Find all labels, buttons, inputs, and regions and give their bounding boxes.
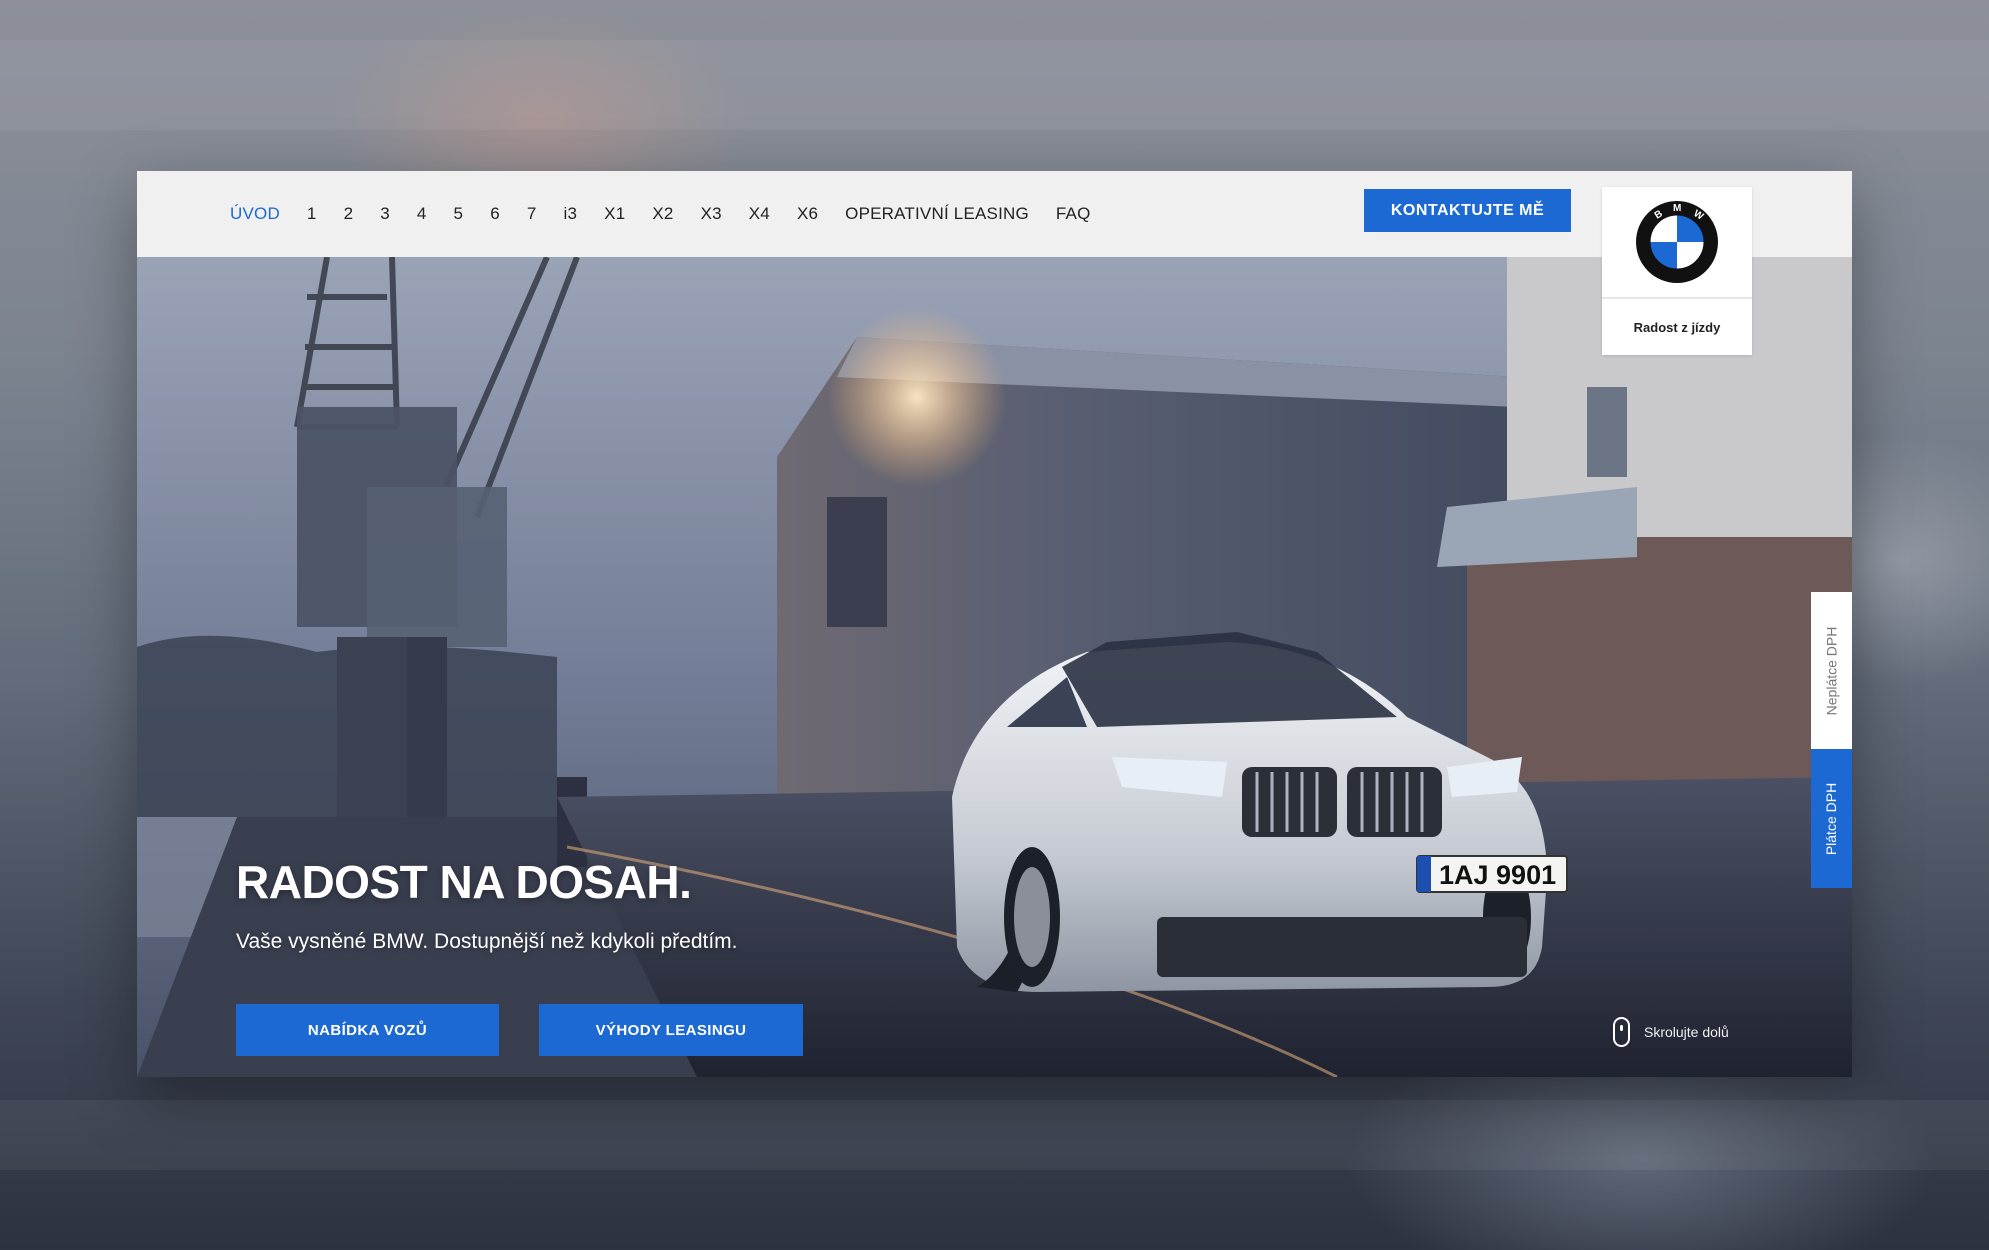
hero-section: 1AJ 9901 RADOST NA DOSAH. Vaše vysněné B… xyxy=(137,257,1852,1077)
hero-title: RADOST NA DOSAH. xyxy=(236,856,692,908)
brand-logo[interactable]: B M W Radost z jízdy xyxy=(1602,187,1752,355)
nav-item-4[interactable]: 4 xyxy=(417,204,427,224)
scroll-down-label: Skrolujte dolů xyxy=(1644,1024,1729,1040)
svg-text:M: M xyxy=(1673,203,1681,214)
backdrop-stripe xyxy=(0,40,1989,130)
nav-item-x3[interactable]: X3 xyxy=(701,204,722,224)
website-frame: ÚVOD 1 2 3 4 5 6 7 i3 X1 X2 X3 X4 X6 OPERATIVNÍ LEASIN… xyxy=(137,171,1852,1077)
nav-item-i3[interactable]: i3 xyxy=(564,204,578,224)
vat-toggle: Neplátce DPH Plátce DPH xyxy=(1811,592,1852,888)
nav-item-vod[interactable]: ÚVOD xyxy=(230,204,280,224)
car-offer-button[interactable]: NABÍDKA VOZŮ xyxy=(236,1004,499,1056)
nav-item-x4[interactable]: X4 xyxy=(749,204,770,224)
brand-tagline: Radost z jízdy xyxy=(1633,319,1721,335)
nav-item-7[interactable]: 7 xyxy=(527,204,537,224)
nav-menu: ÚVOD 1 2 3 4 5 6 7 i3 X1 X2 X3 X4 X6 OPERATIVNÍ LEASIN… xyxy=(230,171,1118,257)
nav-item-operativn-leasing[interactable]: OPERATIVNÍ LEASING xyxy=(845,204,1029,224)
vat-non-payer-tab[interactable]: Neplátce DPH xyxy=(1811,592,1852,749)
hero-background-image: 1AJ 9901 xyxy=(137,257,1852,1077)
vat-payer-label: Plátce DPH xyxy=(1823,782,1840,855)
license-plate-text: 1AJ 9901 xyxy=(1439,860,1556,890)
leasing-benefits-button[interactable]: VÝHODY LEASINGU xyxy=(539,1004,803,1056)
scroll-down-hint[interactable]: Skrolujte dolů xyxy=(1613,1015,1729,1049)
nav-item-x6[interactable]: X6 xyxy=(797,204,818,224)
hero-subtitle: Vaše vysněné BMW. Dostupnější než kdykol… xyxy=(236,930,738,953)
bmw-roundel-icon: B M W xyxy=(1636,201,1718,283)
nav-item-faq[interactable]: FAQ xyxy=(1056,204,1091,224)
contact-me-button[interactable]: KONTAKTUJTE MĚ xyxy=(1364,189,1571,232)
vat-non-payer-label: Neplátce DPH xyxy=(1823,626,1840,715)
nav-item-x1[interactable]: X1 xyxy=(604,204,625,224)
nav-item-2[interactable]: 2 xyxy=(344,204,354,224)
nav-item-3[interactable]: 3 xyxy=(380,204,390,224)
nav-item-1[interactable]: 1 xyxy=(307,204,317,224)
vat-payer-tab[interactable]: Plátce DPH xyxy=(1811,749,1852,888)
nav-item-5[interactable]: 5 xyxy=(454,204,464,224)
nav-item-x2[interactable]: X2 xyxy=(652,204,673,224)
nav-item-6[interactable]: 6 xyxy=(490,204,500,224)
mouse-scroll-icon xyxy=(1613,1017,1630,1047)
top-navigation: ÚVOD 1 2 3 4 5 6 7 i3 X1 X2 X3 X4 X6 OPERATIVNÍ LEASIN… xyxy=(137,171,1852,257)
backdrop-stripe xyxy=(0,1100,1989,1170)
